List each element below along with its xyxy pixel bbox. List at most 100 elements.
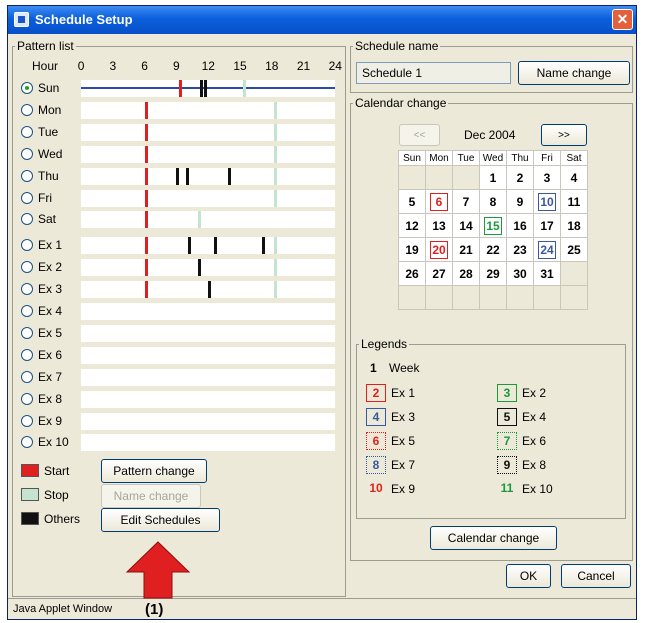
- status-bar: Java Applet Window: [8, 598, 636, 619]
- pattern-timeline[interactable]: [81, 303, 335, 320]
- annotation-arrow: [125, 541, 191, 599]
- pattern-radio-ex3[interactable]: [21, 283, 33, 296]
- calendar-day-number: 20: [430, 240, 448, 259]
- hour-tick-label: 21: [296, 59, 311, 73]
- pattern-radio-tue[interactable]: [21, 125, 33, 138]
- calendar-day-cell[interactable]: 24: [533, 237, 561, 262]
- calendar-day-cell[interactable]: 28: [452, 261, 480, 286]
- pattern-radio-ex6[interactable]: [21, 348, 33, 361]
- calendar-day-cell[interactable]: 3: [533, 165, 561, 190]
- name-change-button[interactable]: Name change: [101, 484, 201, 508]
- calendar-day-number: 6: [430, 192, 448, 211]
- weekday-header: Fri: [533, 150, 561, 166]
- pattern-timeline[interactable]: [81, 123, 335, 141]
- calendar-day-cell[interactable]: 29: [479, 261, 507, 286]
- other-marker: [214, 237, 218, 255]
- pattern-timeline[interactable]: [81, 145, 335, 163]
- calendar-day-cell[interactable]: 21: [452, 237, 480, 262]
- pattern-row-label: Wed: [38, 146, 63, 161]
- pattern-radio-wed[interactable]: [21, 147, 33, 160]
- calendar-day-cell[interactable]: 4: [560, 165, 588, 190]
- calendar-grid: Sun Mon Tue Wed Thu Fri Sat 1 2 3 4 5 6 7 8 9 10 11 12 13 14…: [398, 150, 588, 310]
- pattern-timeline[interactable]: [81, 167, 335, 185]
- pattern-radio-thu[interactable]: [21, 169, 33, 182]
- calendar-day-cell[interactable]: 15: [479, 213, 507, 238]
- calendar-day-cell[interactable]: 10: [533, 189, 561, 214]
- calendar-day-cell[interactable]: 5: [398, 189, 426, 214]
- calendar-day-cell[interactable]: 6: [425, 189, 453, 214]
- pattern-timeline[interactable]: [81, 237, 335, 255]
- calendar-empty-cell: [425, 165, 453, 190]
- pattern-radio-ex5[interactable]: [21, 326, 33, 339]
- legends-legend: Legends: [361, 337, 408, 351]
- pattern-timeline[interactable]: [81, 101, 335, 119]
- other-marker: [185, 167, 189, 185]
- edit-schedules-button[interactable]: Edit Schedules: [101, 508, 220, 532]
- legend-ex1-marker: 2: [366, 384, 386, 402]
- stop-marker: [273, 123, 277, 141]
- pattern-radio-ex7[interactable]: [21, 370, 33, 383]
- calendar-day-cell[interactable]: 18: [560, 213, 588, 238]
- pattern-timeline[interactable]: [81, 346, 335, 364]
- status-text: Java Applet Window: [13, 603, 113, 615]
- calendar-day-cell[interactable]: 27: [425, 261, 453, 286]
- pattern-timeline[interactable]: [81, 259, 335, 277]
- pattern-timeline[interactable]: [81, 324, 335, 342]
- schedule-name-change-button[interactable]: Name change: [518, 61, 630, 85]
- pattern-timeline[interactable]: [81, 211, 335, 229]
- pattern-row-label: Tue: [38, 124, 59, 139]
- stop-marker: [273, 281, 277, 299]
- pattern-radio-ex8[interactable]: [21, 392, 33, 405]
- ok-button[interactable]: OK: [506, 564, 551, 588]
- calendar-day-cell[interactable]: 22: [479, 237, 507, 262]
- stop-marker: [273, 259, 277, 277]
- pattern-timeline[interactable]: [81, 434, 335, 452]
- pattern-radio-fri[interactable]: [21, 191, 33, 204]
- pattern-radio-ex4[interactable]: [21, 305, 33, 317]
- pattern-radio-mon[interactable]: [21, 103, 33, 116]
- calendar-day-cell[interactable]: 2: [506, 165, 534, 190]
- legend-ex5-label: Ex 5: [391, 434, 416, 448]
- calendar-day-cell[interactable]: 8: [479, 189, 507, 214]
- cancel-button[interactable]: Cancel: [561, 564, 631, 588]
- calendar-day-cell[interactable]: 31: [533, 261, 561, 286]
- calendar-day-number: 19: [405, 242, 419, 257]
- schedule-name-field[interactable]: Schedule 1: [356, 62, 511, 84]
- calendar-day-cell[interactable]: 16: [506, 213, 534, 238]
- weekday-header: Mon: [425, 150, 453, 166]
- pattern-radio-sun[interactable]: [21, 82, 33, 94]
- pattern-timeline[interactable]: [81, 189, 335, 207]
- calendar-day-cell[interactable]: 19: [398, 237, 426, 262]
- title-bar[interactable]: Schedule Setup ✕: [8, 6, 636, 34]
- weekday-header: Sat: [560, 150, 588, 166]
- stop-marker: [273, 189, 277, 207]
- calendar-day-cell[interactable]: 7: [452, 189, 480, 214]
- calendar-next-button[interactable]: >>: [541, 124, 587, 146]
- calendar-prev-button[interactable]: <<: [399, 124, 440, 146]
- pattern-change-button[interactable]: Pattern change: [101, 459, 207, 483]
- calendar-day-cell[interactable]: 20: [425, 237, 453, 262]
- calendar-day-cell[interactable]: 12: [398, 213, 426, 238]
- calendar-day-cell[interactable]: 23: [506, 237, 534, 262]
- legend-ex8-marker: 9: [497, 456, 517, 474]
- calendar-day-cell[interactable]: 1: [479, 165, 507, 190]
- calendar-day-cell[interactable]: 17: [533, 213, 561, 238]
- calendar-change-button[interactable]: Calendar change: [430, 526, 557, 550]
- close-button[interactable]: ✕: [612, 9, 633, 30]
- calendar-day-cell[interactable]: 25: [560, 237, 588, 262]
- legend-ex3-label: Ex 3: [391, 410, 416, 424]
- calendar-day-cell[interactable]: 26: [398, 261, 426, 286]
- calendar-day-cell[interactable]: 13: [425, 213, 453, 238]
- calendar-day-cell[interactable]: 14: [452, 213, 480, 238]
- calendar-day-number: 8: [489, 194, 497, 209]
- calendar-day-number: 3: [543, 170, 551, 185]
- pattern-timeline[interactable]: [81, 412, 335, 430]
- calendar-day-cell[interactable]: 11: [560, 189, 588, 214]
- calendar-day-cell[interactable]: 30: [506, 261, 534, 286]
- pattern-timeline[interactable]: [81, 368, 335, 386]
- pattern-radio-ex9[interactable]: [21, 414, 33, 427]
- start-marker: [144, 123, 148, 141]
- calendar-day-cell[interactable]: 9: [506, 189, 534, 214]
- pattern-timeline[interactable]: [81, 390, 335, 408]
- calendar-empty-cell: [398, 165, 426, 190]
